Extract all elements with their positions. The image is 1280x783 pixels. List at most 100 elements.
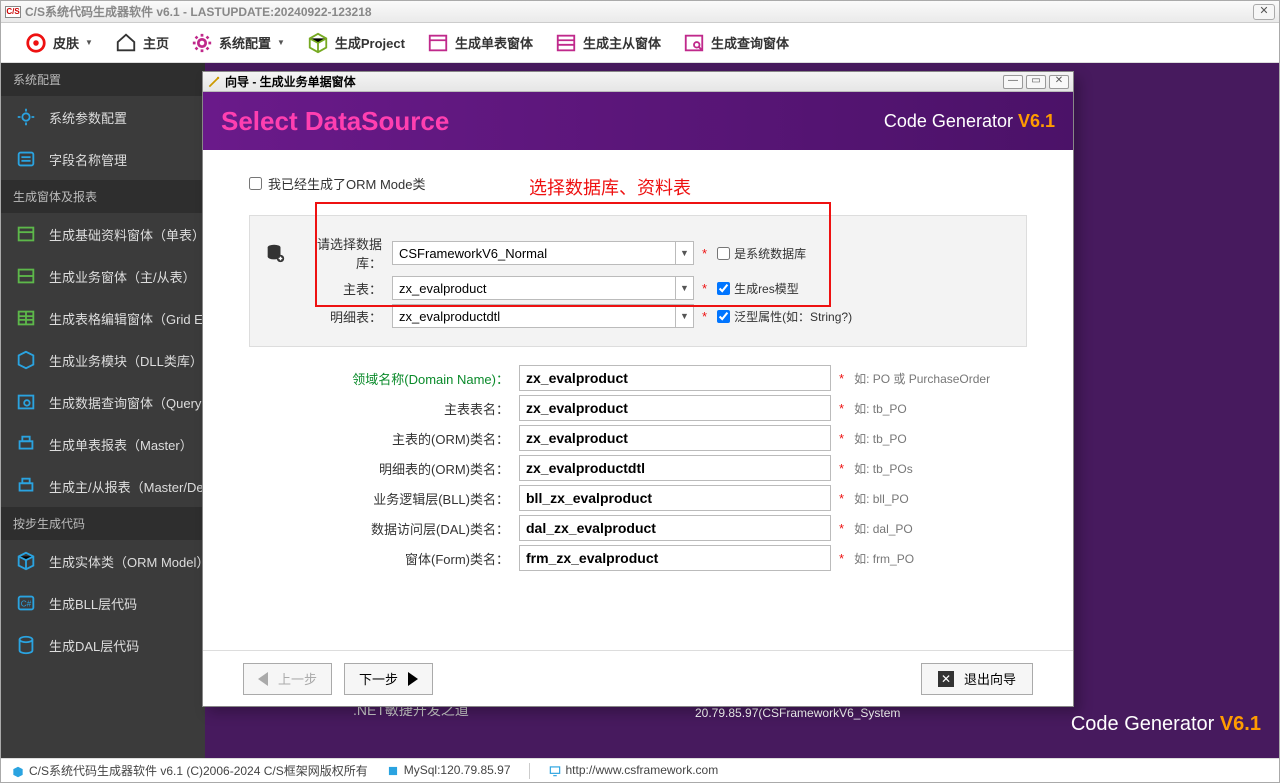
sidebar-item-basic-form[interactable]: 生成基础资料窗体（单表） [1,213,205,255]
label-bll: 业务逻辑层(BLL)类名： [249,489,519,508]
detail-orm-input[interactable] [519,455,831,481]
module-icon [15,349,37,371]
exit-wizard-button[interactable]: ✕退出向导 [921,663,1033,695]
window-split-icon [555,32,577,54]
master-table-combo[interactable]: ▼ [392,276,694,300]
detail-table-input[interactable] [393,309,675,324]
detail-table-combo[interactable]: ▼ [392,304,694,328]
next-button[interactable]: 下一步 [344,663,433,695]
system-info-text: 20.79.85.97(CSFrameworkV6_System [695,706,900,720]
domain-name-input[interactable] [519,365,831,391]
dialog-brand: Code Generator V6.1 [884,111,1055,132]
triangle-right-icon [408,672,418,686]
toolbar-home[interactable]: 主页 [105,24,179,62]
main-toolbar: 皮肤▼ 主页 系统配置▼ 生成Project 生成单表窗体 生成主从窗体 生成查… [1,23,1279,63]
toolbar-skin[interactable]: 皮肤▼ [15,24,103,62]
toolbar-gen-query[interactable]: 生成查询窗体 [673,24,799,62]
caret-down-icon: ▼ [277,38,285,47]
sidebar-item-bll-code[interactable]: C#生成BLL层代码 [1,582,205,624]
status-db: MySql:120.79.85.97 [386,763,511,778]
window-split-icon [15,265,37,287]
window-query-icon [683,32,705,54]
sidebar-item-md-report[interactable]: 生成主/从报表（Master/Detail） [1,465,205,507]
sidebar-group-config: 系统配置 [1,63,205,96]
label-master-tablename: 主表表名： [249,399,519,418]
sidebar: 系统配置 系统参数配置 字段名称管理 生成窗体及报表 生成基础资料窗体（单表） … [1,63,205,758]
form-input[interactable] [519,545,831,571]
wizard-icon [207,75,221,89]
dialog-header: Select DataSource Code Generator V6.1 [203,92,1073,150]
master-table-input[interactable] [393,281,675,296]
sidebar-item-grid-editor[interactable]: 生成表格编辑窗体（Grid Editor） [1,297,205,339]
dropdown-icon[interactable]: ▼ [675,305,693,327]
cube-icon [307,32,329,54]
orm-generated-checkbox[interactable] [249,177,262,190]
monitor-icon [548,764,562,778]
database-combo[interactable]: ▼ [392,241,694,265]
cube-icon [15,550,37,572]
master-orm-input[interactable] [519,425,831,451]
search-window-icon [15,391,37,413]
bll-input[interactable] [519,485,831,511]
toolbar-gen-master-detail[interactable]: 生成主从窗体 [545,24,671,62]
server-icon [386,764,400,778]
sidebar-item-orm-model[interactable]: 生成实体类（ORM Model） [1,540,205,582]
system-db-checkbox[interactable] [717,247,730,260]
close-icon: ✕ [938,671,954,687]
sidebar-item-params[interactable]: 系统参数配置 [1,96,205,138]
dropdown-icon[interactable]: ▼ [675,277,693,299]
label-dal: 数据访问层(DAL)类名： [249,519,519,538]
sidebar-item-dll-module[interactable]: 生成业务模块（DLL类库） [1,339,205,381]
dialog-heading: Select DataSource [221,106,449,137]
label-domain-name: 领域名称(Domain Name)： [249,369,519,388]
sidebar-item-dal-code[interactable]: 生成DAL层代码 [1,624,205,666]
skin-icon [25,32,47,54]
sidebar-item-biz-form[interactable]: 生成业务窗体（主/从表） [1,255,205,297]
datasource-panel: 请选择数据库： ▼ * 是系统数据库 主表： ▼ * 生成res模型 明细表： … [249,215,1027,347]
window-single-icon [427,32,449,54]
required-marker: * [702,281,707,296]
master-tablename-input[interactable] [519,395,831,421]
list-icon [15,148,37,170]
status-app: C/S系统代码生成器软件 v6.1 (C)2006-2024 C/S框架网版权所… [11,762,368,779]
dropdown-icon[interactable]: ▼ [675,242,693,264]
label-detail-table: 明细表： [292,307,392,326]
database-input[interactable] [393,246,675,261]
toolbar-config[interactable]: 系统配置▼ [181,24,295,62]
required-marker: * [702,246,707,261]
label-master-orm: 主表的(ORM)类名： [249,429,519,448]
window-close-button[interactable]: ✕ [1253,4,1275,20]
app-icon: C/S [5,6,21,18]
sidebar-group-forms: 生成窗体及报表 [1,180,205,213]
printer-icon [15,475,37,497]
generic-prop-checkbox[interactable] [717,310,730,323]
prev-button[interactable]: 上一步 [243,663,332,695]
sidebar-item-master-report[interactable]: 生成单表报表（Master） [1,423,205,465]
dialog-close-button[interactable]: ✕ [1049,75,1069,89]
triangle-left-icon [258,672,268,686]
dialog-title: 向导 - 生成业务单据窗体 [225,73,356,90]
toolbar-gen-single[interactable]: 生成单表窗体 [417,24,543,62]
brand-text: Code Generator V6.1 [1071,713,1261,736]
label-form: 窗体(Form)类名： [249,549,519,568]
status-bar: C/S系统代码生成器软件 v6.1 (C)2006-2024 C/S框架网版权所… [1,758,1279,782]
grid-icon [15,307,37,329]
dialog-minimize-button[interactable]: — [1003,75,1023,89]
app-titlebar: C/S C/S系统代码生成器软件 v6.1 - LASTUPDATE:20240… [1,1,1279,23]
annotation-note: 选择数据库、资料表 [529,174,691,200]
dal-input[interactable] [519,515,831,541]
app-title: C/S系统代码生成器软件 v6.1 - LASTUPDATE:20240922-… [25,3,372,20]
gen-res-checkbox[interactable] [717,282,730,295]
caret-down-icon: ▼ [85,38,93,47]
sidebar-item-query-form[interactable]: 生成数据查询窗体（Query Form） [1,381,205,423]
label-detail-orm: 明细表的(ORM)类名： [249,459,519,478]
sidebar-item-fieldname[interactable]: 字段名称管理 [1,138,205,180]
hint-domain: 如: PO 或 PurchaseOrder [854,370,990,387]
sidebar-group-step: 按步生成代码 [1,507,205,540]
toolbar-gen-project[interactable]: 生成Project [297,24,415,62]
required-marker: * [702,309,707,324]
label-database: 请选择数据库： [292,234,392,272]
dialog-maximize-button[interactable]: ▭ [1026,75,1046,89]
database-icon [15,634,37,656]
status-url[interactable]: http://www.csframework.com [548,763,719,778]
